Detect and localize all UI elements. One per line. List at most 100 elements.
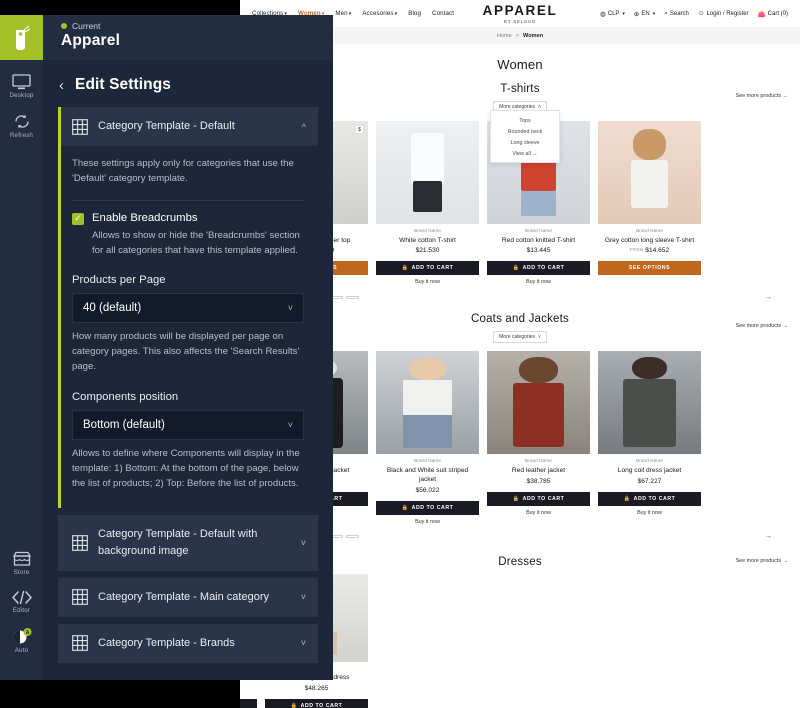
arrow-right-icon[interactable]: → xyxy=(765,294,772,301)
search-button[interactable]: ⌕ Search xyxy=(664,10,689,18)
accordion-category-template-main-category: Category Template - Main category ˅ xyxy=(58,577,318,617)
breadcrumb-separator: > xyxy=(515,32,520,39)
product-price: $21.530 xyxy=(415,247,440,255)
product-name: Red leather jacket xyxy=(511,466,566,474)
components-position-select[interactable]: Bottom (default) ˅ xyxy=(72,410,304,441)
back-chevron-icon[interactable]: ‹ xyxy=(59,78,64,93)
brand-name: APPAREL xyxy=(482,3,558,18)
code-editor-icon xyxy=(11,590,32,605)
carousel-dot[interactable] xyxy=(346,535,359,539)
product-image xyxy=(376,351,479,455)
accordion-category-template-default-bg-image: Category Template - Default with backgro… xyxy=(58,514,318,571)
accordion-label: Category Template - Main category xyxy=(98,590,269,603)
carousel-dot[interactable] xyxy=(346,295,359,299)
globe-icon: ⊕ xyxy=(633,10,640,18)
grid-icon xyxy=(72,534,88,551)
buy-it-now-link[interactable]: Buy it now xyxy=(487,510,590,516)
lock-icon: 🔒 xyxy=(401,504,409,511)
nav-item-blog[interactable]: Blog xyxy=(408,10,421,17)
product-brand: Brand Name xyxy=(636,229,663,234)
accordion-header[interactable]: Category Template - Main category ˅ xyxy=(58,578,318,617)
price-from-label: FROM xyxy=(629,247,644,253)
lock-icon: 🔒 xyxy=(290,703,298,708)
accordion-label: Category Template - Brands xyxy=(98,636,235,649)
status-label: Current xyxy=(72,21,101,31)
dropdown-item-long-sleeve[interactable]: Long sleeve xyxy=(491,137,559,148)
buy-it-now-link[interactable]: Buy it now xyxy=(598,510,701,516)
more-categories-button[interactable]: More categories ˅ xyxy=(493,331,547,344)
grid-icon xyxy=(72,589,88,606)
add-to-cart-button[interactable]: 🔒ADD TO CART xyxy=(376,500,479,515)
dropdown-item-tops[interactable]: Tops xyxy=(491,115,559,126)
login-register-link[interactable]: ☺ Login / Register xyxy=(698,10,749,17)
enable-breadcrumbs-label: Enable Breadcrumbs xyxy=(92,211,198,224)
accordion-header[interactable]: Category Template - Brands ˅ xyxy=(58,624,318,663)
lock-icon: 🔒 xyxy=(512,265,520,272)
chevron-down-icon: ˅ xyxy=(300,537,306,548)
product-card[interactable]: Brand Name Black and White suit striped … xyxy=(376,351,479,525)
add-to-cart-button[interactable]: 🔒ADD TO CART xyxy=(376,261,479,276)
product-name: Red cotton knitted T-shirt xyxy=(501,236,576,244)
sidebar-item-auto[interactable]: A Auto xyxy=(0,628,43,654)
product-card[interactable]: Brand Name Grey cotton long sleeve T-shi… xyxy=(598,121,701,276)
sidebar-item-label: Desktop xyxy=(9,92,34,99)
chevron-down-icon: ▾ xyxy=(348,11,352,17)
divider xyxy=(72,199,304,201)
buy-it-now-link[interactable]: Buy it now xyxy=(376,519,479,525)
product-image xyxy=(598,121,701,224)
search-icon: ⌕ xyxy=(664,9,668,17)
product-name: White cotton T-shirt xyxy=(399,236,456,244)
nav-item-contact[interactable]: Contact xyxy=(432,10,454,17)
panel-store-header: Current Apparel xyxy=(43,15,333,60)
nav-item-men[interactable]: Men▾ xyxy=(335,10,351,17)
grid-icon xyxy=(72,635,88,652)
nav-item-accesories[interactable]: Accesories▾ xyxy=(362,10,397,17)
breadcrumb-home[interactable]: Home xyxy=(497,33,512,39)
select-value: 40 (default) xyxy=(83,302,142,315)
add-to-cart-button[interactable]: 🔒ADD TO CART xyxy=(487,261,590,276)
product-price: $67.227 xyxy=(240,685,257,692)
enable-breadcrumbs-checkbox[interactable]: ✓ xyxy=(72,212,84,225)
product-brand: Brand Name xyxy=(414,229,441,234)
add-to-cart-button[interactable]: 🔒ADD TO CART xyxy=(240,699,257,708)
product-price: FROM $14.652 xyxy=(629,247,670,255)
products-per-page-help: How many products will be displayed per … xyxy=(72,331,300,373)
product-card[interactable]: Brand Name White cotton T-shirt $21.530 … xyxy=(376,121,479,285)
desktop-icon xyxy=(12,74,31,90)
product-card[interactable]: Brand Name Long coil dress jacket $67.22… xyxy=(598,351,701,516)
sidebar-item-label: Editor xyxy=(12,607,31,614)
products-per-page-select[interactable]: 40 (default) ˅ xyxy=(72,293,304,324)
see-more-products-link[interactable]: See more products → xyxy=(736,323,788,329)
edit-settings-panel: Current Apparel ‹ Edit Settings Category… xyxy=(43,15,333,680)
tag-logo-icon[interactable] xyxy=(0,15,43,60)
buy-it-now-link[interactable]: Buy it now xyxy=(376,279,479,285)
sidebar-item-editor[interactable]: Editor xyxy=(0,590,43,614)
product-name: Grey cotton long sleeve T-shirt xyxy=(604,236,695,244)
see-more-products-link[interactable]: See more products → xyxy=(736,558,788,564)
see-more-products-link[interactable]: See more products → xyxy=(736,93,788,99)
arrow-right-icon[interactable]: → xyxy=(765,533,772,540)
product-name: Long coil dress jacket xyxy=(617,466,682,474)
sidebar-item-refresh[interactable]: Refresh xyxy=(0,113,43,139)
see-options-button[interactable]: SEE OPTIONS xyxy=(598,261,701,276)
product-card[interactable]: Brand Name Red leather jacket $38.785 🔒 A… xyxy=(487,351,590,516)
dropdown-item-view-all[interactable]: View all → xyxy=(491,148,559,159)
accordion-header[interactable]: Category Template - Default with backgro… xyxy=(58,515,318,571)
chevron-down-icon: ˅ xyxy=(300,638,306,649)
panel-title-bar: ‹ Edit Settings xyxy=(43,60,333,107)
accordion-category-template-default: Category Template - Default ^ These sett… xyxy=(58,107,318,508)
components-position-help: Allows to define where Components will d… xyxy=(72,448,300,489)
cart-button[interactable]: 👛 Cart (0) xyxy=(758,10,788,18)
accordion-header[interactable]: Category Template - Default ^ xyxy=(58,107,318,146)
sidebar-item-store[interactable]: Store xyxy=(0,551,43,576)
language-selector[interactable]: ⊕ EN ▾ xyxy=(634,10,655,18)
currency-selector[interactable]: ◍ CLP ▾ xyxy=(600,10,625,18)
product-price: $38.785 xyxy=(526,477,551,485)
add-to-cart-button[interactable]: 🔒ADD TO CART xyxy=(265,699,368,708)
add-to-cart-button[interactable]: 🔒ADD TO CART xyxy=(598,491,701,506)
add-to-cart-button[interactable]: 🔒ADD TO CART xyxy=(487,491,590,506)
page-title: Edit Settings xyxy=(75,76,172,93)
sidebar-item-desktop[interactable]: Desktop xyxy=(0,74,43,99)
dropdown-item-rounded-neck[interactable]: Rounded neck xyxy=(491,126,559,137)
buy-it-now-link[interactable]: Buy it now xyxy=(487,279,590,285)
